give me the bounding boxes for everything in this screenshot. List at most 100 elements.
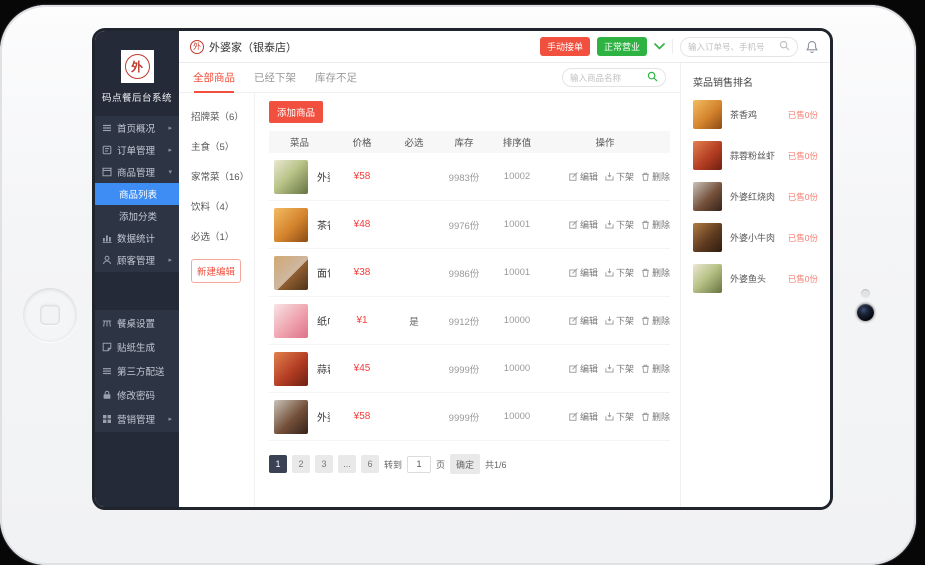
sidebar-item-table-settings[interactable]: 餐桌设置 xyxy=(95,311,179,335)
sidebar-item-label: 餐桌设置 xyxy=(117,316,172,330)
tab-low-stock[interactable]: 库存不足 xyxy=(315,63,357,92)
dish-stock: 9983份 xyxy=(434,170,494,184)
business-status-button[interactable]: 正常营业 xyxy=(597,37,647,56)
category-item-signature[interactable]: 招牌菜（6） xyxy=(191,109,250,123)
edit-button[interactable]: 编辑 xyxy=(569,218,598,231)
dish-thumbnail xyxy=(693,100,722,129)
product-search-input[interactable] xyxy=(570,73,647,83)
dish-name: 茶香鸡 xyxy=(317,217,330,232)
sidebar-item-statistics[interactable]: 数据统计 xyxy=(95,227,179,249)
sidebar-item-sticker-generate[interactable]: 贴纸生成 xyxy=(95,335,179,359)
sidebar-item-products[interactable]: 商品管理 ▾ xyxy=(95,161,179,183)
edit-button[interactable]: 编辑 xyxy=(569,410,598,423)
edit-button[interactable]: 编辑 xyxy=(569,170,598,183)
dish-sort-value: 10001 xyxy=(494,267,540,278)
product-table-area: 添加商品 菜品 价格 必选 库存 排序值 操作 外婆 xyxy=(255,93,680,507)
ranking-sold-badge: 已售0份 xyxy=(788,191,818,203)
column-header-required: 必选 xyxy=(394,135,434,149)
ranking-item: 茶香鸡 已售0份 xyxy=(693,100,818,129)
dish-stock: 9999份 xyxy=(434,362,494,376)
page-button-1[interactable]: 1 xyxy=(269,455,287,473)
tab-bar: 全部商品 已经下架 库存不足 xyxy=(179,63,680,93)
page-unit-label: 页 xyxy=(436,458,445,471)
new-category-button[interactable]: 新建编辑 xyxy=(191,259,241,283)
sidebar-item-add-category[interactable]: 添加分类 xyxy=(95,205,179,227)
manual-order-button[interactable]: 手动接单 xyxy=(540,37,590,56)
sidebar-item-label: 商品管理 xyxy=(117,165,166,179)
store-info: 外 外婆家（银泰店） xyxy=(190,39,297,55)
edit-button[interactable]: 编辑 xyxy=(569,314,598,327)
dish-thumbnail xyxy=(693,182,722,211)
sidebar-menu-main: 首页概况 ▸ 订单管理 ▸ 商品管理 ▾ xyxy=(95,116,179,272)
edit-button[interactable]: 编辑 xyxy=(569,362,598,375)
dish-price: ¥58 xyxy=(330,411,394,422)
sidebar-item-third-party-delivery[interactable]: 第三方配送 xyxy=(95,359,179,383)
delete-button[interactable]: 删除 xyxy=(641,410,670,423)
page-button-3[interactable]: 3 xyxy=(315,455,333,473)
status-chevron-down-icon[interactable] xyxy=(654,43,665,50)
sidebar-item-marketing[interactable]: 营销管理 ▸ xyxy=(95,407,179,431)
delete-button[interactable]: 删除 xyxy=(641,266,670,279)
category-item-homestyle[interactable]: 家常菜（16） xyxy=(191,169,250,183)
delete-button[interactable]: 删除 xyxy=(641,170,670,183)
off-shelf-button[interactable]: 下架 xyxy=(605,314,634,327)
sidebar-item-customers[interactable]: 顾客管理 ▸ xyxy=(95,249,179,271)
table-row: 外婆鱼头 ¥58 9983份 10002 编辑 下架 删除 xyxy=(269,153,670,201)
tab-all-products[interactable]: 全部商品 xyxy=(193,63,235,92)
dish-price: ¥58 xyxy=(330,171,394,182)
notification-bell-icon[interactable] xyxy=(805,40,819,54)
delete-button[interactable]: 删除 xyxy=(641,218,670,231)
sidebar-item-home-overview[interactable]: 首页概况 ▸ xyxy=(95,117,179,139)
page-button-ellipsis[interactable]: ... xyxy=(338,455,356,473)
pagination: 1 2 3 ... 6 转到 页 确定 共1/6 xyxy=(269,454,670,474)
off-shelf-button[interactable]: 下架 xyxy=(605,266,634,279)
dish-name: 外婆红烧肉 xyxy=(317,409,330,424)
page-button-6[interactable]: 6 xyxy=(361,455,379,473)
table-row: 纸巾 ¥1 是 9912份 10000 编辑 下架 删除 xyxy=(269,297,670,345)
off-shelf-button[interactable]: 下架 xyxy=(605,218,634,231)
table-row: 蒜蓉粉丝虾 ¥45 9999份 10000 编辑 下架 删除 xyxy=(269,345,670,393)
off-shelf-button[interactable]: 下架 xyxy=(605,362,634,375)
sidebar-divider xyxy=(95,272,179,310)
search-icon[interactable] xyxy=(647,69,658,87)
sidebar-menu-secondary: 餐桌设置 贴纸生成 第三方配送 xyxy=(95,310,179,432)
delete-button[interactable]: 删除 xyxy=(641,314,670,327)
delete-button[interactable]: 删除 xyxy=(641,362,670,375)
sidebar-item-label: 营销管理 xyxy=(117,412,166,426)
goto-label: 转到 xyxy=(384,458,402,471)
category-item-required[interactable]: 必选（1） xyxy=(191,229,250,243)
sidebar-item-product-list[interactable]: 商品列表 xyxy=(95,183,179,205)
page-button-2[interactable]: 2 xyxy=(292,455,310,473)
category-item-staple[interactable]: 主食（5） xyxy=(191,139,250,153)
dish-sort-value: 10002 xyxy=(494,171,540,182)
store-logo-icon: 外 xyxy=(190,40,204,54)
products-body: 招牌菜（6） 主食（5） 家常菜（16） 饮料（4） 必选（1） 新建编辑 添加… xyxy=(179,93,680,507)
edit-button[interactable]: 编辑 xyxy=(569,266,598,279)
off-shelf-button[interactable]: 下架 xyxy=(605,410,634,423)
sidebar-item-change-password[interactable]: 修改密码 xyxy=(95,383,179,407)
dish-sort-value: 10000 xyxy=(494,315,540,326)
sticker-icon xyxy=(102,342,112,352)
tab-off-shelf[interactable]: 已经下架 xyxy=(254,63,296,92)
ranking-item: 蒜蓉粉丝虾 已售0份 xyxy=(693,141,818,170)
chevron-right-icon: ▸ xyxy=(168,415,172,423)
order-search-input[interactable] xyxy=(688,42,779,52)
goto-page-input[interactable] xyxy=(407,456,431,473)
off-shelf-button[interactable]: 下架 xyxy=(605,170,634,183)
page-total-text: 共1/6 xyxy=(485,458,507,471)
sidebar: 外 码点餐后台系统 首页概况 ▸ 订单管理 ▸ xyxy=(95,31,179,507)
add-product-button[interactable]: 添加商品 xyxy=(269,101,323,123)
dish-name: 蒜蓉粉丝虾 xyxy=(317,361,330,376)
ranking-dish-name: 外婆小牛肉 xyxy=(730,231,780,244)
search-icon[interactable] xyxy=(779,38,790,56)
home-button[interactable] xyxy=(23,288,77,342)
topbar: 外 外婆家（银泰店） 手动接单 正常营业 xyxy=(179,31,830,63)
goto-confirm-button[interactable]: 确定 xyxy=(450,454,480,474)
screen: 外 码点餐后台系统 首页概况 ▸ 订单管理 ▸ xyxy=(92,28,833,510)
ranking-title: 菜品销售排名 xyxy=(693,74,818,89)
ranking-dish-name: 茶香鸡 xyxy=(730,108,780,121)
sidebar-item-orders[interactable]: 订单管理 ▸ xyxy=(95,139,179,161)
goods-icon xyxy=(102,167,112,177)
column-header-sort: 排序值 xyxy=(494,135,540,149)
category-item-drinks[interactable]: 饮料（4） xyxy=(191,199,250,213)
